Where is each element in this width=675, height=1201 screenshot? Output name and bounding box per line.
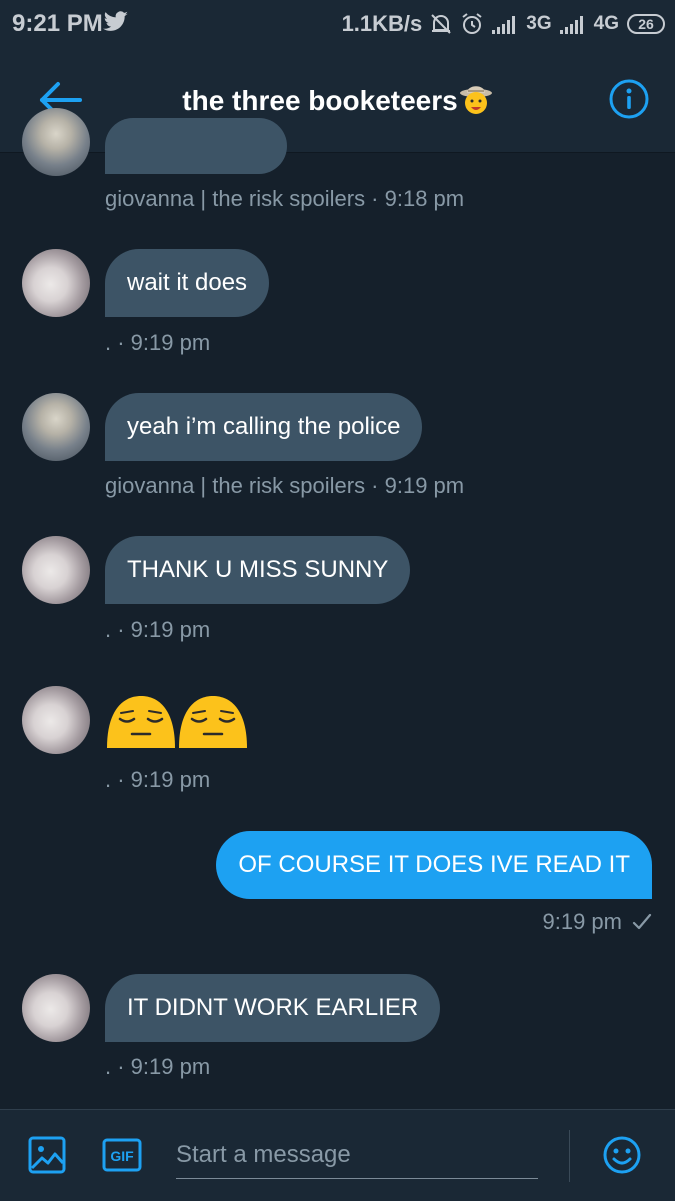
message-input[interactable] xyxy=(176,1132,538,1179)
avatar[interactable] xyxy=(22,108,90,176)
message-bubble[interactable]: wait it does xyxy=(105,249,270,317)
message-bubble-outgoing[interactable]: OF COURSE IT DOES IVE READ IT xyxy=(216,831,652,899)
signal-bars-icon xyxy=(559,16,583,34)
status-indicators: 1.1KB/s 3G 4G 26 xyxy=(342,8,665,40)
net-speed: 1.1KB/s xyxy=(341,11,423,36)
message-bubble[interactable] xyxy=(105,118,287,174)
avatar[interactable] xyxy=(22,974,90,1042)
message-meta: giovanna | the risk spoilers · 9:18 pm xyxy=(105,186,465,211)
message-bubble[interactable]: IT DIDNT WORK EARLIER xyxy=(105,974,441,1042)
message-meta: . · 9:19 pm xyxy=(105,617,211,642)
gif-icon[interactable]: GIF xyxy=(102,1138,142,1172)
message-meta-outgoing: 9:19 pm xyxy=(543,909,653,935)
check-icon xyxy=(632,913,652,930)
alarm-clock-icon xyxy=(462,13,482,34)
conversation-header: the three booketeers xyxy=(0,48,675,153)
image-icon[interactable] xyxy=(28,1136,66,1174)
avatar[interactable] xyxy=(22,249,90,317)
twitter-bird-icon xyxy=(103,11,128,31)
battery-indicator: 26 xyxy=(627,14,665,34)
message-bubble[interactable]: THANK U MISS SUNNY xyxy=(105,536,411,604)
info-icon[interactable] xyxy=(609,79,649,119)
pensive-face-emoji-icon[interactable] xyxy=(105,688,249,756)
status-time: 9:21 PM xyxy=(12,10,103,37)
message-meta: . · 9:19 pm xyxy=(105,330,211,355)
status-bar: 9:21 PM 1.1KB/s 3G 4G 26 xyxy=(0,0,675,48)
message-time: 9:19 pm xyxy=(542,909,623,934)
cowboy-face-emoji-icon xyxy=(459,86,492,114)
network-3g: 3G xyxy=(526,13,552,34)
message-meta: giovanna | the risk spoilers · 9:19 pm xyxy=(105,473,465,498)
message-bubble[interactable]: yeah i’m calling the police xyxy=(105,393,423,461)
message-meta: . · 9:19 pm xyxy=(105,1054,211,1079)
composer-divider xyxy=(569,1130,570,1182)
signal-bars-icon xyxy=(492,16,516,34)
network-4g: 4G xyxy=(593,13,619,34)
mute-bell-icon xyxy=(431,14,451,34)
avatar[interactable] xyxy=(22,686,90,754)
conversation-title-text: the three booketeers xyxy=(182,85,458,116)
emoji-icon[interactable] xyxy=(603,1136,641,1174)
conversation-title[interactable]: the three booketeers xyxy=(0,82,675,117)
gif-label: GIF xyxy=(110,1148,134,1164)
avatar[interactable] xyxy=(22,536,90,604)
message-composer: GIF xyxy=(0,1109,675,1201)
avatar[interactable] xyxy=(22,393,90,461)
message-meta: . · 9:19 pm xyxy=(105,767,211,792)
